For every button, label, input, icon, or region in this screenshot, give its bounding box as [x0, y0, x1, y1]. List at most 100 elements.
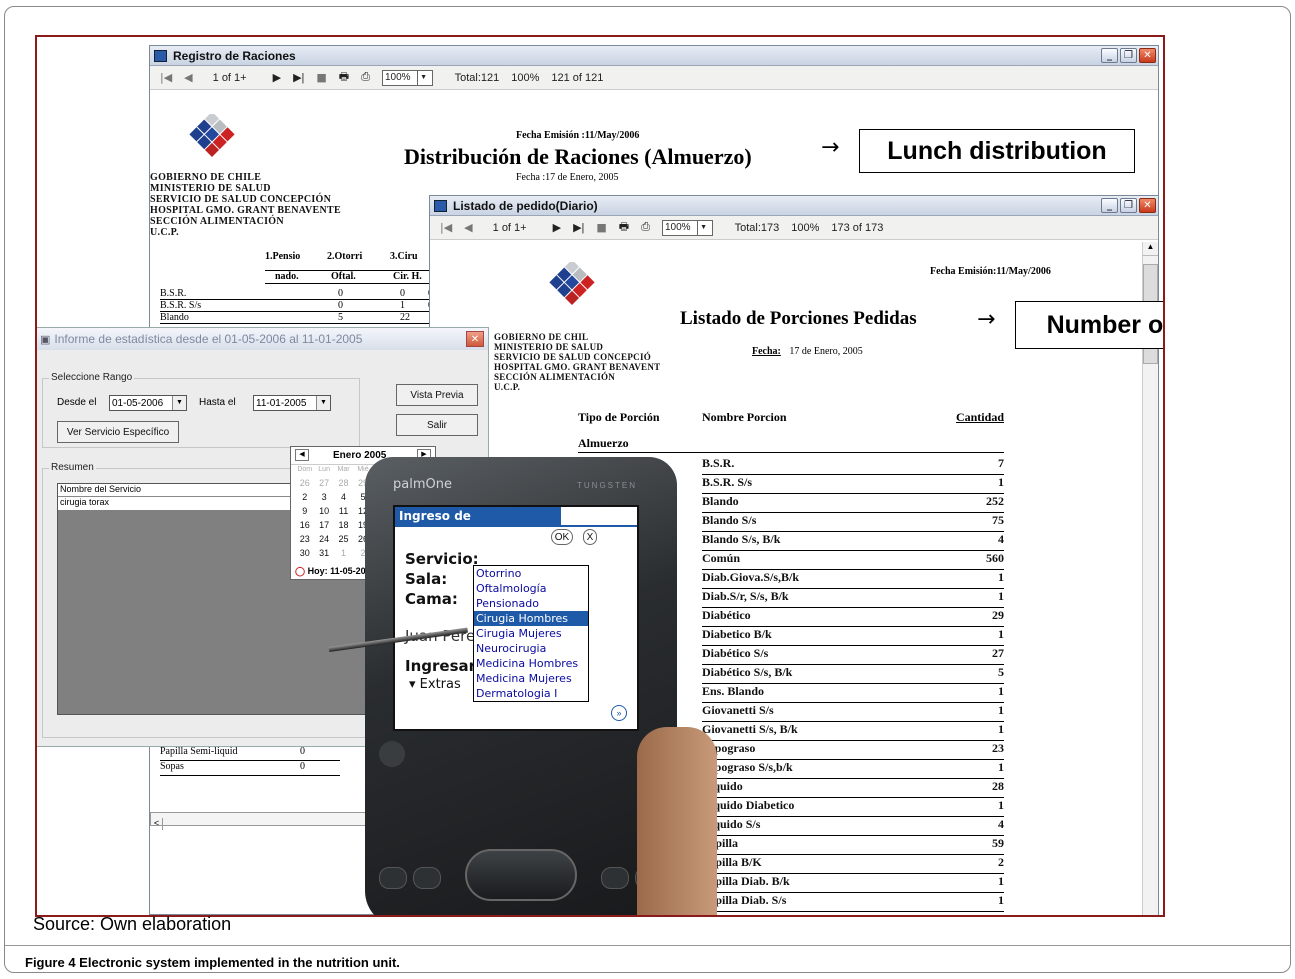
figure-frame: Registro de Raciones _ ❐ ✕ |◀ ◀ 1 of 1+ …	[4, 6, 1291, 973]
hasta-date-select[interactable]: 11-01-2005 ▼	[253, 395, 331, 411]
stop-icon[interactable]: ■	[316, 71, 326, 84]
dropdown-option[interactable]: Neurocirugia	[474, 641, 588, 656]
pda-home-icon[interactable]	[379, 741, 405, 767]
desde-date-select[interactable]: 01-05-2006 ▼	[109, 395, 187, 411]
stop-icon[interactable]: ■	[596, 221, 606, 234]
calendar-day[interactable]: 3	[314, 490, 333, 504]
calendar-day[interactable]: 1	[334, 546, 353, 560]
calendar-month: Enero 2005	[333, 450, 387, 461]
listado-toolbar: |◀ ◀ 1 of 1+ ▶ ▶| ■ 🖶 ⎙ 100% ▼ Total:173 …	[430, 216, 1158, 240]
calendar-day[interactable]: 28	[334, 476, 353, 490]
dropdown-option[interactable]: Medicina Hombres	[474, 656, 588, 671]
calendar-day[interactable]: 4	[334, 490, 353, 504]
portion-quantity: 29	[992, 608, 1004, 622]
restore-button[interactable]: ❐	[1120, 48, 1137, 63]
calendar-day[interactable]: 30	[295, 546, 314, 560]
first-page-icon[interactable]: |◀	[160, 71, 172, 84]
last-page-icon[interactable]: ▶|	[573, 221, 584, 234]
calendar-day[interactable]: 31	[314, 546, 333, 560]
organization-block: GOBIERNO DE CHIL MINISTERIO DE SALUD SER…	[494, 332, 661, 392]
calendar-day[interactable]: 2	[295, 490, 314, 504]
window-controls: _ ❐ ✕	[1101, 48, 1156, 63]
table-row: Liquido Diabetico 1	[702, 798, 1004, 817]
next-page-icon[interactable]: ▶	[273, 71, 281, 84]
prev-month-icon[interactable]: ◀	[295, 449, 309, 461]
calendar-day[interactable]: 9	[295, 504, 314, 518]
report-date: Fecha: 17 de Enero, 2005	[752, 346, 863, 357]
portion-quantity: 6	[998, 912, 1004, 915]
ver-servicio-button[interactable]: Ver Servicio Específico	[57, 421, 179, 443]
minimize-button[interactable]: _	[1101, 48, 1118, 63]
export-icon[interactable]: ⎙	[361, 71, 370, 84]
pda-tasks-button[interactable]	[601, 867, 629, 889]
zoom-select[interactable]: 100% ▼	[662, 219, 713, 236]
row-name: Papilla Semi-liquid	[160, 746, 238, 757]
close-button[interactable]: ✕	[1139, 48, 1156, 63]
dropdown-option[interactable]: Pensionado	[474, 596, 588, 611]
portion-quantity: 1	[998, 570, 1004, 584]
dropdown-option[interactable]: Oftalmología	[474, 581, 588, 596]
dropdown-option[interactable]: Otorrino	[474, 566, 588, 581]
minimize-button[interactable]: _	[1101, 198, 1118, 213]
calendar-today[interactable]: ◯ Hoy: 11-05-2006	[295, 566, 376, 577]
pda-ok-button[interactable]: OK	[551, 529, 573, 545]
last-page-icon[interactable]: ▶|	[293, 71, 304, 84]
calendar-day[interactable]: 26	[295, 476, 314, 490]
table-row: Diab.S/r, S/s, B/k 1	[702, 589, 1004, 608]
dropdown-option[interactable]: Dermatologia I	[474, 686, 588, 701]
row-value: 0	[338, 288, 343, 299]
pda-next-icon[interactable]: »	[611, 705, 627, 721]
pda-screen: Ingreso de alimentacion OK X Servicio: S…	[393, 505, 639, 731]
table-row: Liquido S/s 4	[702, 817, 1004, 836]
dropdown-option[interactable]: Cirugia Mujeres	[474, 626, 588, 641]
window-controls: _ ❐ ✕	[1101, 198, 1156, 213]
close-button[interactable]: ✕	[1139, 198, 1156, 213]
calendar-day[interactable]: 10	[314, 504, 333, 518]
dropdown-option[interactable]: Cirugia Hombres	[474, 611, 588, 626]
row-value: 22	[400, 312, 410, 323]
prev-page-icon[interactable]: ◀	[464, 221, 472, 234]
dropdown-option[interactable]: Medicina Mujeres	[474, 671, 588, 686]
calendar-day[interactable]: 17	[314, 518, 333, 532]
pda-calendar-button[interactable]	[379, 867, 407, 889]
percent-label: 100%	[511, 71, 540, 84]
table-row: Papilla Diab. S/s 1	[702, 893, 1004, 912]
horizontal-scrollbar[interactable]: <	[150, 812, 370, 830]
close-icon[interactable]: ✕	[466, 331, 484, 347]
pda-navigator-button[interactable]	[465, 849, 577, 901]
table-row: Papilla Diabética6	[702, 912, 1004, 915]
export-icon[interactable]: ⎙	[641, 221, 650, 234]
calendar-day[interactable]: 27	[314, 476, 333, 490]
vista-previa-button[interactable]: Vista Previa	[396, 384, 478, 406]
portion-name: Blando S/s	[702, 513, 757, 527]
scroll-left-icon[interactable]: <	[151, 818, 163, 830]
print-icon[interactable]: 🖶	[619, 218, 629, 237]
cama-label: Cama:	[405, 590, 458, 608]
servicio-label: Servicio:	[405, 550, 479, 568]
weekday-label: Dom	[297, 466, 313, 473]
restore-button[interactable]: ❐	[1120, 198, 1137, 213]
listado-title: Listado de pedido(Diario)	[453, 198, 598, 213]
zoom-select[interactable]: 100% ▼	[382, 69, 433, 86]
weekday-label: Lun	[318, 466, 330, 473]
calendar-day[interactable]: 23	[295, 532, 314, 546]
pda-close-button[interactable]: X	[583, 529, 597, 545]
arrow-right-icon: →	[821, 135, 840, 160]
calendar-day[interactable]: 11	[334, 504, 353, 518]
calendar-day[interactable]: 18	[334, 518, 353, 532]
scroll-up-icon[interactable]: ▲	[1143, 242, 1158, 256]
servicio-dropdown[interactable]: Otorrino Oftalmología Pensionado Cirugia Ho…	[473, 565, 589, 702]
row-value: 0	[400, 288, 405, 299]
calendar-day[interactable]: 16	[295, 518, 314, 532]
print-icon[interactable]: 🖶	[339, 68, 349, 87]
calendar-day[interactable]: 25	[334, 532, 353, 546]
prev-page-icon[interactable]: ◀	[184, 71, 192, 84]
row-value: 0	[300, 761, 305, 772]
pda-model: TUNGSTEN	[577, 481, 637, 490]
salir-button[interactable]: Salir	[396, 414, 478, 436]
first-page-icon[interactable]: |◀	[440, 221, 452, 234]
next-page-icon[interactable]: ▶	[553, 221, 561, 234]
extras-trigger[interactable]: ▾ Extras	[409, 677, 461, 692]
calendar-day[interactable]: 24	[314, 532, 333, 546]
pda-contacts-button[interactable]	[413, 867, 441, 889]
